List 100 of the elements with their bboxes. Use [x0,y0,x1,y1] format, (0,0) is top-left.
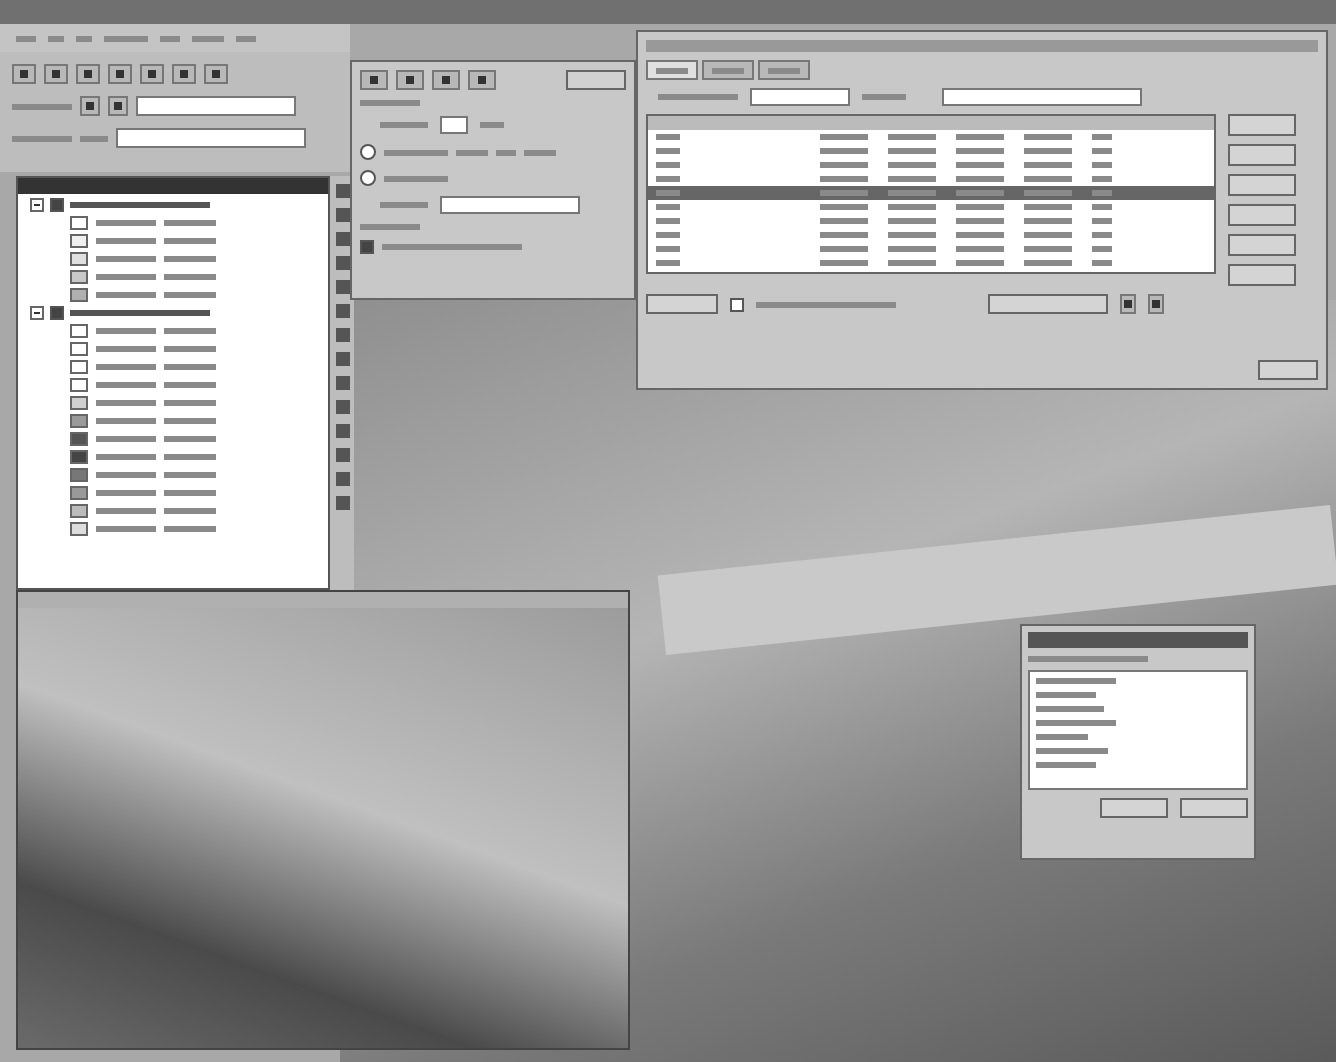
illegible-label [820,134,868,140]
illegible-label [164,256,216,262]
illegible-label [820,148,868,154]
illegible-label [956,148,1004,154]
dialog-button[interactable] [1228,204,1296,226]
tab[interactable] [758,60,810,80]
toolbar-button[interactable] [204,64,228,84]
tab[interactable] [646,60,698,80]
toolbar-button[interactable] [432,70,460,90]
illegible-label [658,94,738,100]
dialog-button[interactable] [1228,174,1296,196]
illegible-label [1024,134,1072,140]
text-field[interactable] [440,196,580,214]
checkbox[interactable] [730,297,744,311]
text-field[interactable] [116,128,306,148]
checkbox[interactable] [50,198,64,212]
illegible-label [956,218,1004,224]
toolbar-button[interactable] [108,64,132,84]
tab[interactable] [702,60,754,80]
illegible-label [888,148,936,154]
illegible-label [888,134,936,140]
illegible-label [164,238,216,244]
illegible-label [656,232,680,238]
illegible-label [96,400,156,406]
illegible-label [1024,162,1072,168]
illegible-label [70,202,210,208]
illegible-label [96,526,156,532]
illegible-label [956,176,1004,182]
illegible-label [192,35,224,41]
dialog-button[interactable] [1258,360,1318,380]
checkbox[interactable] [50,306,64,320]
toolbar-button[interactable] [76,64,100,84]
expander-icon[interactable] [30,198,44,212]
dropdown-field[interactable] [750,88,850,106]
dialog-button[interactable] [566,70,626,90]
illegible-label [656,190,680,196]
dialog-button[interactable] [988,294,1108,314]
toolbar-button[interactable] [12,64,36,84]
dropdown-field[interactable] [136,96,296,116]
illegible-label [160,35,180,41]
toolbar-button[interactable] [396,70,424,90]
illegible-label [656,162,680,168]
illegible-label [1036,748,1108,754]
illegible-label [164,364,216,370]
dialog-button[interactable] [1228,234,1296,256]
illegible-label [80,135,108,141]
dropdown-field[interactable] [942,88,1142,106]
illegible-label [1024,176,1072,182]
illegible-label [380,122,428,128]
illegible-label [96,508,156,514]
illegible-label [1024,190,1072,196]
illegible-label [96,256,156,262]
illegible-label [164,382,216,388]
expander-icon[interactable] [30,306,44,320]
illegible-label [456,149,488,155]
dialog-button[interactable] [1180,798,1248,818]
toolbar-button[interactable] [360,70,388,90]
illegible-label [1024,148,1072,154]
dialog-button[interactable] [1100,798,1168,818]
toolbar-button[interactable] [172,64,196,84]
illegible-label [164,436,216,442]
dialog-button[interactable] [1228,264,1296,286]
dialog-button[interactable] [646,294,718,314]
illegible-label [12,103,72,109]
illegible-label [656,134,680,140]
illegible-label [888,190,936,196]
toolbar-button[interactable] [468,70,496,90]
illegible-label [96,382,156,388]
illegible-label [164,454,216,460]
toolbar-button[interactable] [44,64,68,84]
illegible-label [1036,678,1116,684]
dialog-button[interactable] [1228,144,1296,166]
illegible-label [1024,232,1072,238]
radio-button[interactable] [360,170,376,186]
illegible-label [656,67,688,73]
checkbox[interactable] [360,240,374,254]
toolbar-button[interactable] [140,64,164,84]
text-field[interactable] [440,116,468,134]
illegible-label [712,67,744,73]
illegible-label [956,232,1004,238]
illegible-label [1028,656,1148,662]
illegible-label [96,220,156,226]
illegible-label [1036,762,1096,768]
illegible-label [820,204,868,210]
illegible-label [164,274,216,280]
illegible-label [96,490,156,496]
illegible-label [1036,692,1096,698]
illegible-label [956,162,1004,168]
illegible-label [956,134,1004,140]
illegible-label [1024,260,1072,266]
illegible-label [380,202,428,208]
radio-button[interactable] [360,144,376,160]
illegible-label [96,364,156,370]
illegible-label [888,162,936,168]
illegible-label [956,204,1004,210]
illegible-label [756,301,896,307]
illegible-label [12,135,72,141]
illegible-label [164,526,216,532]
dialog-button[interactable] [1228,114,1296,136]
illegible-label [360,224,420,230]
